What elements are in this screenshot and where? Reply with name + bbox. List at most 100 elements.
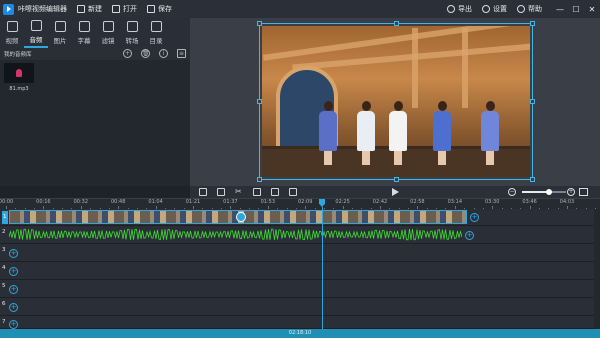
help-button[interactable]: 帮助: [517, 4, 542, 14]
status-bar: 02:18:10: [0, 329, 600, 338]
image-icon: [54, 21, 66, 32]
zoom-slider[interactable]: [522, 189, 566, 195]
settings-button[interactable]: 设置: [482, 4, 507, 14]
track-number: 7: [2, 319, 6, 325]
sort-icon[interactable]: ≡: [177, 49, 186, 58]
ruler-tick-label: 01:04: [148, 199, 163, 205]
timeline-scrollbar[interactable]: [594, 209, 600, 329]
track-number: 4: [2, 265, 6, 271]
add-clip-icon[interactable]: +: [9, 285, 18, 294]
resize-handle[interactable]: [394, 177, 399, 182]
ruler-tick-label: 00:32: [73, 199, 89, 205]
track-number: 1: [2, 211, 8, 224]
tab-transition[interactable]: 转场: [120, 18, 144, 48]
add-media-icon[interactable]: +: [123, 49, 132, 58]
close-button[interactable]: ✕: [584, 0, 600, 18]
tab-image[interactable]: 图片: [48, 18, 72, 48]
resize-handle[interactable]: [257, 21, 262, 26]
track-number: 3: [2, 247, 6, 253]
playhead-line: [322, 207, 323, 329]
trash-icon[interactable]: [253, 188, 261, 196]
resize-handle[interactable]: [257, 99, 262, 104]
export-button[interactable]: 导出: [447, 4, 472, 14]
media-tabs: 视频 音频 图片 字幕 滤镜 转场 目录: [0, 18, 190, 48]
track-number: 6: [2, 301, 6, 307]
zoom-in-button[interactable]: +: [567, 188, 575, 196]
gear-icon: [482, 5, 490, 13]
add-track-icon[interactable]: [199, 188, 207, 196]
delete-icon[interactable]: 🗑: [141, 49, 150, 58]
ruler-tick-label: 03:14: [447, 199, 463, 205]
ruler-tick-label: 02:25: [335, 199, 350, 205]
help-icon: [517, 5, 525, 13]
media-panel: 视频 音频 图片 字幕 滤镜 转场 目录 我的音频库 + 🗑 i ≡ 81.mp…: [0, 18, 190, 186]
add-clip-icon[interactable]: +: [9, 249, 18, 258]
transition-icon: [126, 21, 138, 32]
app-title: 咔嚓视频编辑器: [18, 5, 67, 13]
preview-frame[interactable]: [257, 21, 535, 182]
grid-icon[interactable]: [271, 188, 279, 196]
transition-badge-icon[interactable]: [236, 212, 246, 222]
zoom-knob[interactable]: [546, 189, 553, 195]
ruler-tick-label: 04:03: [559, 199, 575, 205]
tab-audio[interactable]: 音频: [24, 18, 48, 48]
add-clip-icon[interactable]: +: [470, 213, 479, 222]
zoom-out-button[interactable]: −: [508, 188, 516, 196]
audio-waveform[interactable]: [9, 228, 462, 241]
track-row: 3 +: [0, 245, 600, 262]
ruler-tick-label: 02:09: [297, 199, 313, 205]
info-icon[interactable]: i: [159, 49, 168, 58]
ruler-tick-label: 00:48: [110, 199, 126, 205]
resize-handle[interactable]: [530, 177, 535, 182]
save-button[interactable]: 保存: [147, 4, 172, 14]
ruler-tick-label: 03:46: [522, 199, 537, 205]
resize-handle[interactable]: [530, 99, 535, 104]
resize-handle[interactable]: [394, 21, 399, 26]
insert-icon[interactable]: [217, 188, 225, 196]
ruler-tick-label: 00:16: [36, 199, 51, 205]
fit-icon[interactable]: [579, 188, 588, 196]
tab-filter[interactable]: 滤镜: [96, 18, 120, 48]
video-clip[interactable]: [9, 210, 467, 224]
media-item[interactable]: 81.mp3: [4, 63, 34, 92]
minimize-button[interactable]: —: [552, 0, 568, 18]
library-toolbar: 我的音频库 + 🗑 i ≡: [0, 48, 190, 59]
music-icon: [30, 20, 42, 31]
open-button[interactable]: 打开: [112, 4, 137, 14]
ruler-tick-label: 01:53: [260, 199, 276, 205]
track-number: 2: [2, 229, 6, 235]
filter-icon: [102, 21, 114, 32]
track-row: 4 +: [0, 263, 600, 280]
app-logo-icon: [3, 3, 14, 15]
timeline-ruler[interactable]: 00:00 00:16 00:32 00:48 01:04 01:21 01:37 01:53…: [0, 198, 600, 210]
library-title: 我的音频库: [4, 51, 32, 58]
preview-toolbar: ✂ − +: [190, 186, 600, 198]
tab-subtitle[interactable]: 字幕: [72, 18, 96, 48]
video-frame-image: [262, 26, 530, 177]
ruler-tick-label: 00:00: [0, 199, 14, 205]
maximize-button[interactable]: ☐: [568, 0, 584, 18]
list-icon: [150, 21, 162, 32]
add-clip-icon[interactable]: +: [9, 303, 18, 312]
tab-catalog[interactable]: 目录: [144, 18, 168, 48]
add-clip-icon[interactable]: +: [9, 320, 18, 329]
tab-video[interactable]: 视频: [0, 18, 24, 48]
add-clip-icon[interactable]: +: [465, 231, 474, 240]
new-button[interactable]: 新建: [77, 4, 102, 14]
scissors-icon[interactable]: ✂: [235, 188, 243, 196]
save-icon: [147, 5, 155, 13]
crop-icon[interactable]: [289, 188, 297, 196]
media-name: 81.mp3: [9, 86, 29, 92]
folder-icon: [112, 5, 120, 13]
play-button[interactable]: [392, 188, 399, 196]
resize-handle[interactable]: [530, 21, 535, 26]
add-clip-icon[interactable]: +: [9, 267, 18, 276]
track-number: 5: [2, 283, 6, 289]
export-icon: [447, 5, 455, 13]
media-library: 81.mp3: [0, 60, 190, 186]
text-icon: [78, 21, 90, 32]
resize-handle[interactable]: [257, 177, 262, 182]
media-thumbnail: [4, 63, 34, 83]
ruler-tick-label: 02:58: [410, 199, 425, 205]
timeline-tracks: 1 + 2 + 3 + 4 + 5 + 6 + 7 +: [0, 209, 600, 329]
